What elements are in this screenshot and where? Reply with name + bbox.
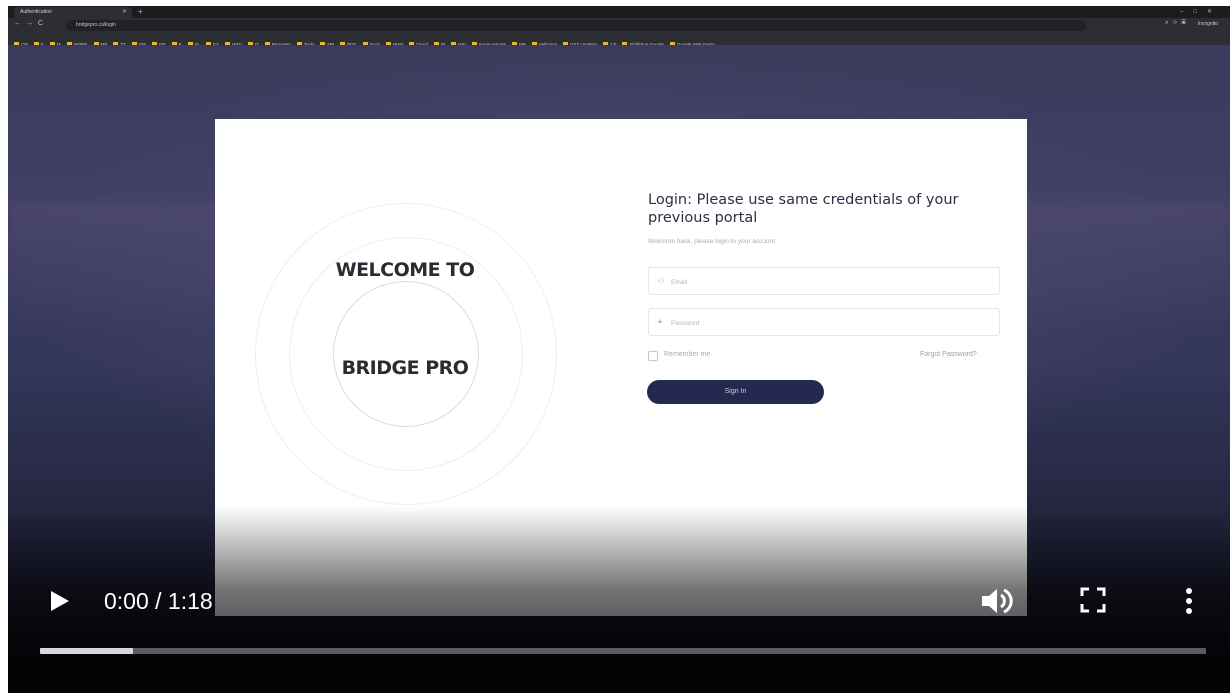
- bookmark-item[interactable]: Docs: [362, 39, 380, 45]
- bookmark-item[interactable]: HRD: [225, 39, 242, 45]
- window-controls[interactable]: –□✕: [1180, 6, 1222, 18]
- bookmark-item[interactable]: GR: [151, 39, 166, 45]
- user-icon: ⚇: [658, 278, 665, 285]
- welcome-heading-line2: BRIDGE PRO: [341, 357, 469, 379]
- login-subtitle: Welcome back, please login to your accou…: [648, 238, 777, 245]
- bookmark-item[interactable]: MP: [511, 39, 526, 45]
- extension-icons[interactable]: ⌕☆▣: [1165, 20, 1190, 27]
- bookmark-item[interactable]: POC: [340, 39, 357, 45]
- bookmark-item[interactable]: M: [49, 39, 61, 45]
- lock-icon: 🔒︎: [658, 318, 662, 325]
- play-icon[interactable]: [48, 590, 70, 612]
- bookmark-item[interactable]: F: [34, 39, 44, 45]
- progress-bar[interactable]: [40, 648, 1206, 654]
- url-field[interactable]: bridgepro.ca/login: [66, 20, 1086, 31]
- bookmark-item[interactable]: SL: [187, 39, 200, 45]
- bookmarks-bar: CM F M WORK MP TT DM GR P SL EX HRD IT Requests Tools M…: [8, 33, 1230, 46]
- bookmark-item[interactable]: CM: [14, 39, 28, 45]
- fullscreen-icon[interactable]: [1080, 587, 1106, 613]
- browser-tab[interactable]: Authentication ✕: [14, 7, 132, 18]
- remember-checkbox[interactable]: [648, 351, 658, 361]
- login-title: Login: Please use same credentials of yo…: [648, 192, 959, 226]
- bookmark-item[interactable]: EX: [206, 39, 219, 45]
- password-field[interactable]: 🔒︎: [648, 308, 1000, 336]
- bookmark-item[interactable]: PHM: [386, 39, 403, 45]
- bookmark-item[interactable]: IT: [247, 39, 259, 45]
- close-icon[interactable]: ✕: [122, 7, 127, 18]
- browser-address-bar: ←→C bridgepro.ca/login ⌕☆▣ Incognito: [8, 18, 1230, 33]
- sign-in-button[interactable]: Sign In: [647, 380, 824, 404]
- bookmark-item[interactable]: SkillShop Google: [622, 39, 664, 45]
- bookmark-item[interactable]: IP: [433, 39, 445, 45]
- bookmark-item[interactable]: Cloud: [409, 39, 428, 45]
- url-text: bridgepro.ca/login: [76, 22, 116, 28]
- new-tab-icon[interactable]: +: [138, 6, 143, 18]
- password-input[interactable]: [669, 314, 993, 332]
- remember-label: Remember me: [664, 351, 711, 358]
- timecode: 0:00 / 1:18: [104, 588, 213, 614]
- bookmark-item[interactable]: Hellosign: [531, 39, 557, 45]
- bookmark-item[interactable]: Requests: [264, 39, 291, 45]
- bookmark-item[interactable]: WORK: [66, 39, 88, 45]
- bookmark-item[interactable]: Super reports: [471, 39, 506, 45]
- bookmark-item[interactable]: MP: [320, 39, 334, 45]
- bookmark-item[interactable]: TT: [113, 39, 126, 45]
- bookmark-item[interactable]: Tools: [296, 39, 314, 45]
- bookmark-item[interactable]: MP: [93, 39, 107, 45]
- browser-tab-strip: Authentication ✕ + –□✕: [8, 6, 1230, 18]
- browser-tab-title: Authentication: [20, 9, 52, 15]
- forgot-password-link[interactable]: Forgot Password?: [920, 351, 977, 358]
- decorative-ring-inner: [333, 281, 479, 427]
- profile-label[interactable]: Incognito: [1198, 21, 1218, 27]
- navigation-icons[interactable]: ←→C: [14, 20, 48, 27]
- bookmark-item[interactable]: P: [171, 39, 182, 45]
- progress-played: [40, 648, 134, 654]
- bookmark-item[interactable]: DM: [131, 39, 146, 45]
- bookmark-item[interactable]: GET Updates: [563, 39, 597, 45]
- bookmark-item[interactable]: Google Web Desig...: [669, 39, 718, 45]
- bookmark-item[interactable]: CF: [603, 39, 616, 45]
- email-field[interactable]: ⚇: [648, 267, 1000, 295]
- bookmark-item[interactable]: HW: [451, 39, 466, 45]
- welcome-heading-line1: WELCOME TO: [335, 259, 475, 281]
- more-vert-icon[interactable]: [1182, 586, 1196, 616]
- email-input[interactable]: [669, 273, 993, 291]
- video-player[interactable]: Authentication ✕ + –□✕ ←→C bridgepro.ca/…: [8, 6, 1230, 693]
- volume-icon[interactable]: [980, 586, 1014, 616]
